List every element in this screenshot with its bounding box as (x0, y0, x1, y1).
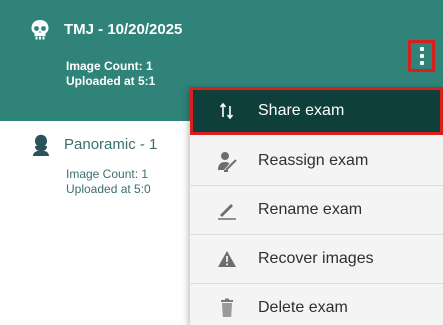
menu-item-label: Rename exam (258, 201, 363, 218)
menu-item-reassign-exam[interactable]: Reassign exam (190, 137, 443, 185)
share-icon (216, 100, 238, 122)
image-count: Image Count: 1 (66, 59, 153, 73)
warning-icon (216, 248, 238, 270)
kebab-dot-icon (419, 54, 424, 58)
pencil-icon (216, 199, 238, 221)
person-icon (31, 134, 51, 156)
menu-item-label: Recover images (258, 250, 374, 267)
menu-item-label: Share exam (258, 102, 345, 119)
menu-item-label: Reassign exam (258, 152, 369, 169)
menu-item-label: Delete exam (258, 299, 348, 316)
menu-item-share-exam[interactable]: Share exam (190, 87, 443, 135)
upload-time: Uploaded at 5:1 (66, 74, 156, 88)
more-options-button[interactable] (408, 40, 435, 72)
kebab-dot-icon (419, 47, 424, 51)
trash-icon (216, 297, 238, 319)
exam-context-menu: Share exam Reassign exam Rename exam Rec… (190, 87, 443, 325)
menu-item-rename-exam[interactable]: Rename exam (190, 186, 443, 234)
image-count: Image Count: 1 (66, 167, 149, 181)
upload-time: Uploaded at 5:0 (66, 182, 151, 196)
menu-item-recover-images[interactable]: Recover images (190, 235, 443, 283)
exam-title: TMJ - 10/20/2025 (64, 21, 183, 38)
menu-item-delete-exam[interactable]: Delete exam (190, 284, 443, 325)
kebab-dot-icon (419, 61, 424, 65)
exam-title: Panoramic - 1 (64, 136, 158, 153)
reassign-icon (216, 150, 238, 172)
skull-icon (30, 19, 50, 41)
